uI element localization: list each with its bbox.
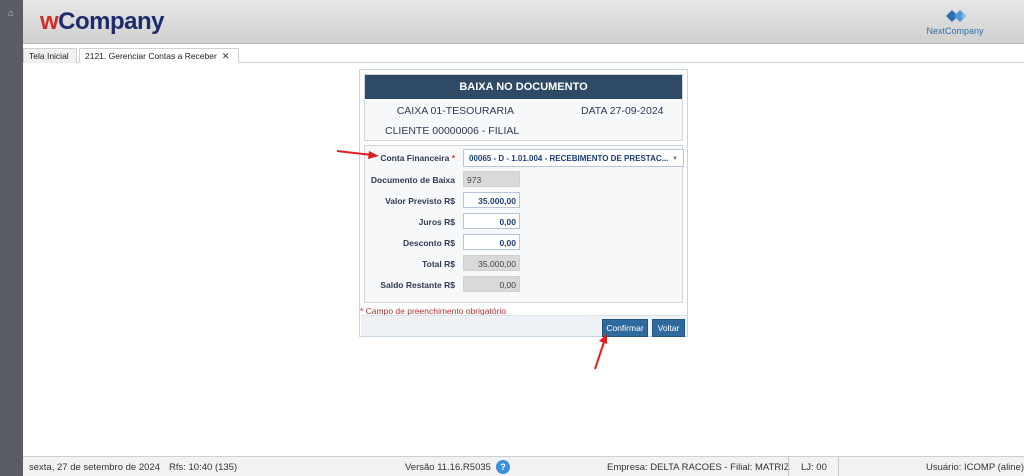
juros-label: Juros R$ — [418, 217, 455, 227]
home-icon[interactable]: ⌂ — [5, 9, 17, 19]
main-content: BAIXA NO DOCUMENTO CAIXA 01-TESOURARIA D… — [23, 63, 1024, 456]
baixa-documento-dialog: BAIXA NO DOCUMENTO CAIXA 01-TESOURARIA D… — [359, 69, 688, 337]
total-label: Total R$ — [422, 259, 455, 269]
status-separator — [788, 457, 789, 476]
saldo-restante-label: Saldo Restante R$ — [380, 280, 455, 290]
juros-input[interactable]: 0,00 — [463, 213, 520, 229]
status-version: Versão 11.16.R5035 — [405, 462, 491, 473]
nextcompany-diamonds-icon — [946, 10, 966, 22]
date-info: DATA 27-09-2024 — [581, 105, 664, 117]
cliente-info: CLIENTE 00000006 - FILIAL — [385, 125, 520, 137]
status-usuario: Usuário: ICOMP (aline) — [926, 462, 1024, 473]
desconto-input[interactable]: 0,00 — [463, 234, 520, 250]
status-rfs: Rfs: 10:40 (135) — [169, 462, 238, 473]
status-empresa: Empresa: DELTA RACOES - Filial: MATRIZ — [607, 462, 790, 473]
status-lj: LJ: 00 — [801, 462, 827, 473]
tab-gerenciar-contas[interactable]: 2121. Gerenciar Contas a Receber ✕ — [79, 48, 239, 63]
total-field: 35.000,00 — [463, 255, 520, 271]
valor-previsto-label: Valor Previsto R$ — [385, 196, 455, 206]
help-icon[interactable]: ? — [496, 460, 510, 474]
documento-baixa-label: Documento de Baixa — [370, 175, 455, 185]
confirm-button[interactable]: Confirmar — [602, 319, 648, 337]
dropdown-caret-icon: ▼ — [672, 156, 678, 162]
status-separator — [838, 457, 839, 476]
status-bar: sexta, 27 de setembro de 2024 Rfs: 10:40… — [23, 456, 1024, 476]
app-header: wCompany NextCompany — [23, 0, 1024, 44]
status-date: sexta, 27 de setembro de 2024 — [29, 462, 160, 473]
dialog-title: BAIXA NO DOCUMENTO — [365, 75, 682, 99]
dialog-summary: BAIXA NO DOCUMENTO CAIXA 01-TESOURARIA D… — [364, 74, 683, 141]
conta-financeira-label: Conta Financeira * — [380, 153, 455, 163]
tab-home[interactable]: Tela Inicial — [23, 48, 77, 63]
tab-bar: Tela Inicial 2121. Gerenciar Contas a Re… — [23, 45, 1024, 63]
valor-previsto-input[interactable]: 35.000,00 — [463, 192, 520, 208]
left-sidebar-strip: ⌂ — [0, 0, 23, 476]
close-icon[interactable]: ✕ — [222, 51, 230, 62]
back-button[interactable]: Voltar — [652, 319, 685, 337]
saldo-restante-field: 0,00 — [463, 276, 520, 292]
baixa-form: Conta Financeira * 00065 - D - 1.01.004 … — [364, 145, 684, 303]
nextcompany-logo: NextCompany — [920, 5, 990, 41]
caixa-info: CAIXA 01-TESOURARIA — [396, 105, 514, 117]
documento-baixa-field: 973 — [463, 171, 520, 187]
dialog-button-bar: Confirmar Voltar — [361, 315, 687, 337]
conta-financeira-select[interactable]: 00065 - D - 1.01.004 - RECEBIMENTO DE PR… — [463, 149, 684, 167]
wcompany-logo: wCompany — [40, 8, 165, 35]
desconto-label: Desconto R$ — [403, 238, 455, 248]
